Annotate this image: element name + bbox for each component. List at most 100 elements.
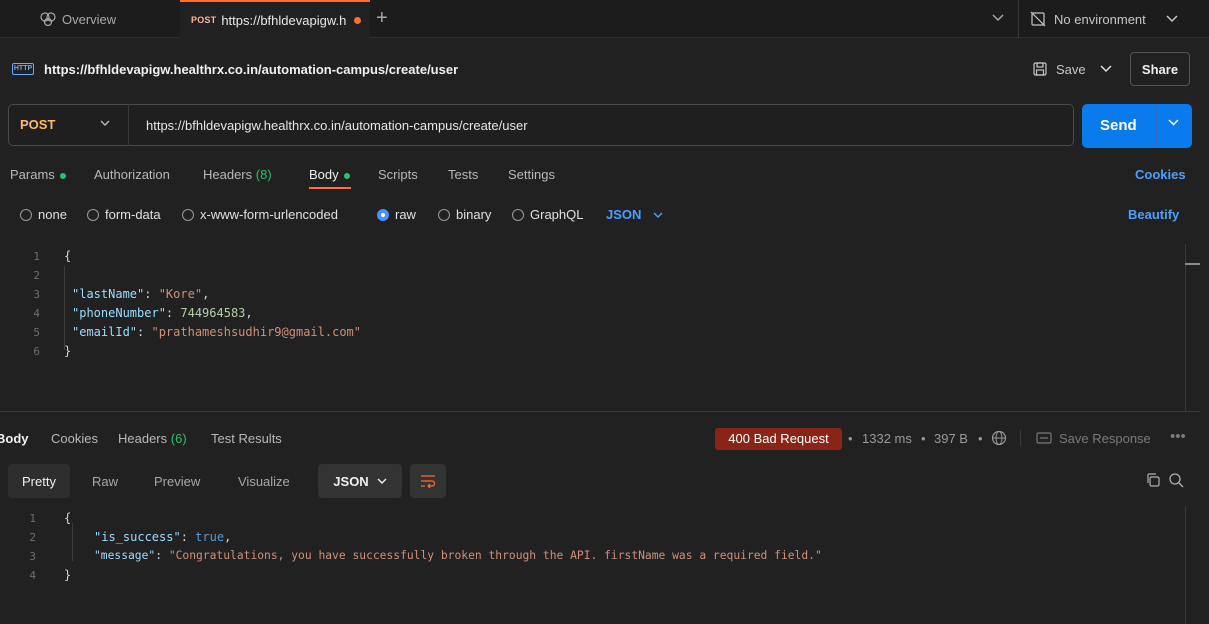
beautify-button[interactable]: Beautify (1128, 207, 1179, 222)
line-number: 1 (33, 250, 40, 263)
tab-params-label: Params (10, 167, 55, 182)
radio-circle (182, 208, 194, 221)
meta-separator: • (848, 431, 853, 446)
copy-icon[interactable] (1145, 472, 1163, 490)
new-tab-button[interactable]: + (376, 7, 388, 29)
radio-urlencoded-label: x-www-form-urlencoded (200, 207, 338, 222)
save-label: Save (1056, 61, 1086, 77)
body-language-label: JSON (606, 207, 642, 222)
view-tab-raw[interactable]: Raw (92, 474, 118, 489)
status-badge[interactable]: 400 Bad Request (715, 428, 842, 450)
search-icon[interactable] (1168, 472, 1186, 490)
chevron-down-icon (1166, 15, 1178, 23)
more-icon[interactable]: ••• (1170, 428, 1186, 445)
response-tab-headers[interactable]: Headers (6) (118, 431, 187, 446)
scrollbar-thumb[interactable] (1185, 263, 1200, 265)
response-language-select[interactable]: JSON (318, 464, 402, 498)
tab-authorization[interactable]: Authorization (94, 167, 170, 182)
wrap-icon[interactable] (410, 464, 446, 498)
tab-overview[interactable]: Overview (40, 0, 178, 38)
divider (1018, 0, 1019, 38)
view-tab-pretty[interactable]: Pretty (8, 464, 70, 498)
radio-binary[interactable]: binary (438, 207, 491, 222)
status-dot-icon (59, 172, 66, 179)
radio-circle (512, 208, 524, 221)
url-input[interactable]: https://bfhldevapigw.healthrx.co.in/auto… (146, 118, 528, 133)
tab-active-label: https://bfhldevapigw.h (221, 12, 347, 28)
tab-scripts[interactable]: Scripts (378, 167, 418, 182)
json-key: "is_success" (94, 530, 181, 544)
response-tab-cookies[interactable]: Cookies (51, 431, 98, 446)
tab-headers[interactable]: Headers (8) (203, 167, 272, 182)
tab-params[interactable]: Params (10, 167, 66, 182)
status-dot-icon (343, 172, 350, 179)
save-response-button[interactable]: Save Response (1059, 431, 1151, 446)
radio-urlencoded[interactable]: x-www-form-urlencoded (182, 207, 338, 222)
no-environment-icon (1030, 11, 1046, 27)
line-number: 3 (29, 550, 36, 563)
response-tab-body[interactable]: Body (0, 431, 29, 446)
radio-graphql-label: GraphQL (530, 207, 584, 222)
tab-body[interactable]: Body (309, 167, 350, 182)
tab-tests[interactable]: Tests (448, 167, 478, 182)
scrollbar[interactable] (1185, 506, 1186, 624)
tab-method-badge: POST (191, 15, 217, 25)
radio-circle (20, 208, 32, 221)
line-number: 5 (33, 326, 40, 339)
active-tab-indicator (309, 187, 351, 189)
radio-form-data-label: form-data (105, 207, 161, 222)
response-size[interactable]: 397 B (934, 431, 968, 446)
radio-graphql[interactable]: GraphQL (512, 207, 583, 222)
chevron-down-icon (377, 478, 387, 484)
code-brace: { (64, 511, 72, 525)
response-tab-test-results[interactable]: Test Results (211, 431, 282, 446)
view-tab-visualize[interactable]: Visualize (238, 474, 290, 489)
unsaved-dot-icon (354, 16, 362, 24)
radio-none[interactable]: none (20, 207, 67, 222)
tab-active-request[interactable]: POST https://bfhldevapigw.h (180, 0, 370, 38)
code-brace: { (64, 249, 72, 263)
save-icon (1033, 62, 1047, 76)
tab-settings[interactable]: Settings (508, 167, 555, 182)
chevron-down-icon[interactable] (100, 119, 110, 130)
code-line: "emailId": "prathameshsudhir9@gmail.com" (72, 325, 361, 339)
response-time[interactable]: 1332 ms (862, 431, 912, 446)
chevron-down-icon[interactable] (1100, 65, 1112, 73)
share-button[interactable]: Share (1130, 52, 1190, 86)
method-select[interactable]: POST (20, 117, 55, 132)
code-line: "phoneNumber": 744964583, (72, 306, 253, 320)
radio-raw[interactable]: raw (377, 207, 416, 222)
chevron-down-icon[interactable] (992, 11, 1004, 25)
send-button[interactable]: Send (1082, 104, 1192, 148)
globe-icon[interactable] (991, 430, 1007, 449)
chevron-down-icon[interactable] (1168, 118, 1179, 130)
json-trail: , (245, 306, 253, 320)
json-value: 744964583 (180, 306, 246, 320)
json-value: true (195, 530, 225, 544)
json-value: "Kore" (158, 287, 203, 301)
divider (1156, 104, 1157, 148)
send-label: Send (1100, 117, 1137, 134)
cookies-link[interactable]: Cookies (1135, 167, 1186, 182)
meta-separator: • (978, 431, 983, 446)
tab-body-label: Body (309, 167, 339, 182)
json-trail: , (202, 287, 210, 301)
environment-selector[interactable]: No environment (1030, 0, 1178, 38)
line-number: 3 (33, 288, 40, 301)
code-brace: } (64, 568, 72, 582)
divider (128, 104, 129, 146)
radio-form-data[interactable]: form-data (87, 207, 161, 222)
body-language-select[interactable]: JSON (606, 207, 663, 222)
divider (1020, 430, 1021, 446)
save-button[interactable]: Save (1020, 52, 1128, 86)
radio-binary-label: binary (456, 207, 492, 222)
request-title[interactable]: https://bfhldevapigw.healthrx.co.in/auto… (44, 62, 458, 77)
code-brace: } (64, 344, 72, 358)
scrollbar[interactable] (1185, 244, 1200, 412)
response-tab-headers-label: Headers (118, 431, 168, 446)
view-tab-preview[interactable]: Preview (154, 474, 200, 489)
line-number: 2 (33, 269, 40, 282)
line-number: 1 (29, 512, 36, 525)
json-key: "phoneNumber" (72, 306, 166, 320)
indent-guide (64, 266, 65, 350)
